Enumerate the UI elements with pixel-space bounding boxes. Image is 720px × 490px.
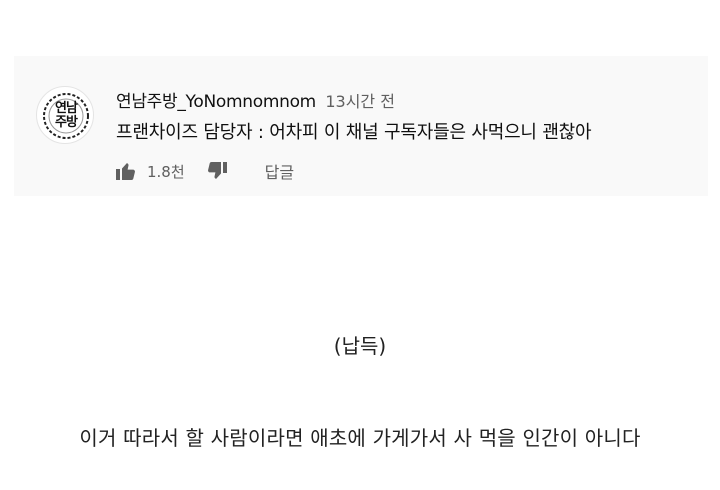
like-count: 1.8천	[147, 162, 185, 181]
comment-meta: 연남주방_YoNomnomnom 13시간 전	[116, 87, 395, 112]
avatar-logo-text: 연남 주방	[37, 87, 95, 145]
reply-button[interactable]: 답글	[265, 159, 294, 183]
caption-commentary: 이거 따라서 할 사람이라면 애초에 가게가서 사 먹을 인간이 아니다	[79, 426, 641, 450]
page: 연남 주방 연남주방_YoNomnomnom 13시간 전 프랜차이즈 담당자 …	[0, 0, 720, 490]
comment-text: 프랜차이즈 담당자 : 어차피 이 채널 구독자들은 사먹으니 괜찮아	[116, 122, 592, 143]
comment-actions: 1.8천 답글	[114, 156, 294, 186]
avatar[interactable]: 연남 주방	[36, 86, 94, 144]
thumbs-down-icon[interactable]	[205, 159, 229, 183]
comment-author[interactable]: 연남주방_YoNomnomnom	[116, 92, 316, 112]
thumbs-up-icon[interactable]	[114, 159, 138, 183]
comment-card: 연남 주방 연남주방_YoNomnomnom 13시간 전 프랜차이즈 담당자 …	[14, 56, 708, 196]
avatar-text-line1: 연남	[55, 101, 78, 116]
comment-timestamp[interactable]: 13시간 전	[325, 92, 395, 111]
avatar-text-line2: 주방	[55, 115, 78, 130]
caption-reaction: (납득)	[333, 334, 387, 358]
